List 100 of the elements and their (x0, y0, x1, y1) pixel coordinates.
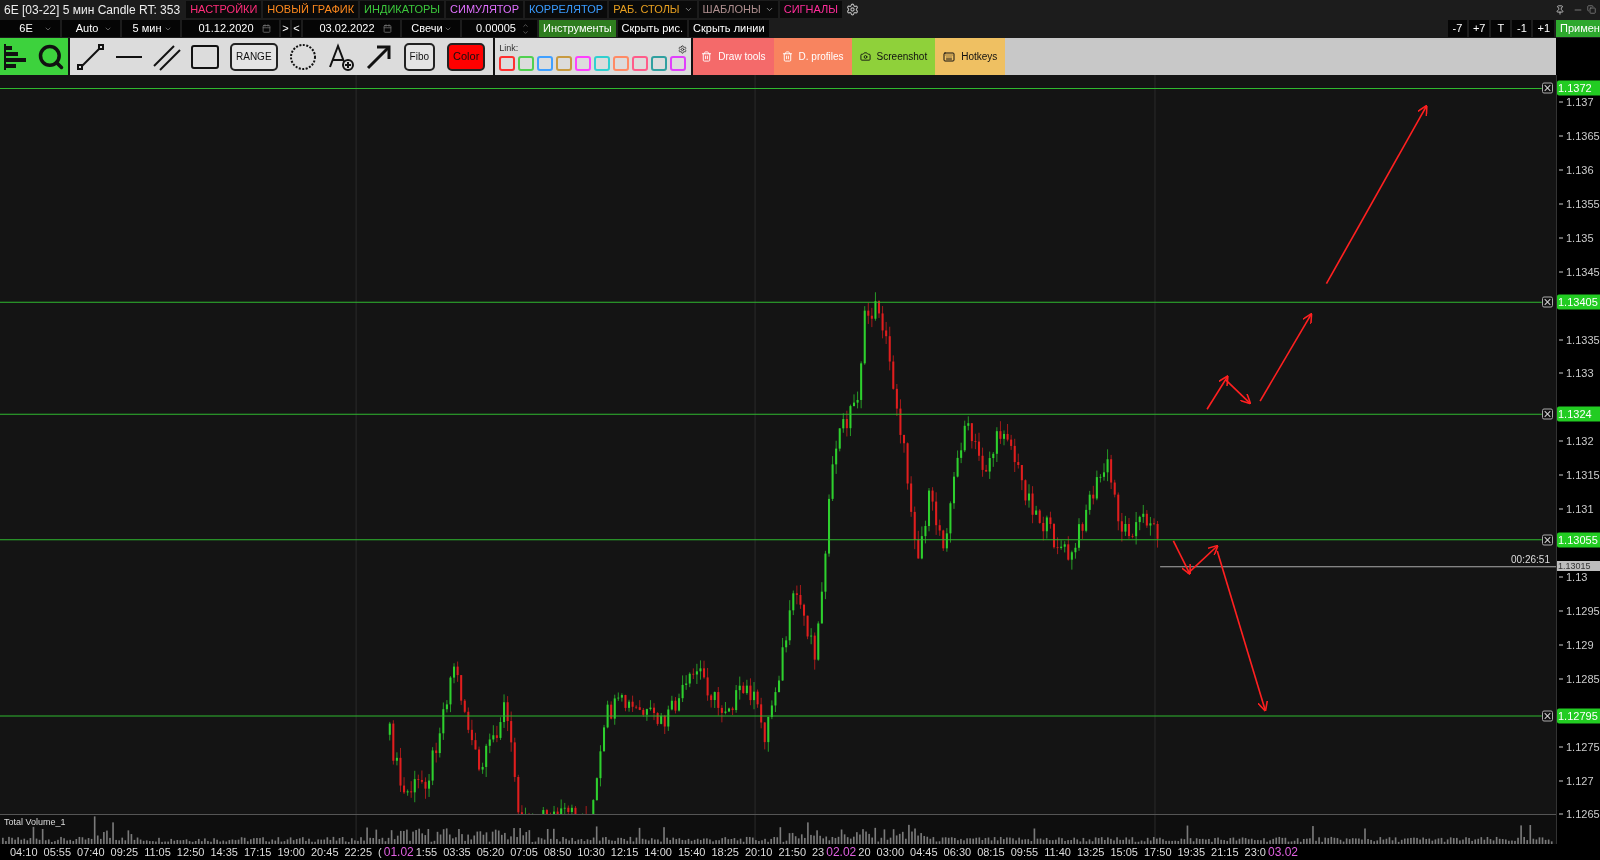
window-title: 6E [03-22] 5 мин Candle RT: 353 (3, 1, 182, 19)
caret-icon (683, 5, 693, 14)
settings-icon[interactable] (678, 44, 688, 54)
link-color-swatch[interactable] (651, 55, 668, 71)
date-field[interactable]: 01.12.2020 (182, 20, 279, 37)
time-label: 20 (858, 844, 871, 860)
menu-item[interactable]: ШАБЛОНЫ (698, 1, 778, 18)
arrow-drawing[interactable] (1224, 378, 1252, 405)
tool-button[interactable]: RANGE (230, 42, 278, 71)
trash-icon (701, 51, 713, 62)
link-label: Link: (499, 42, 519, 56)
time-label: 06:30 (943, 844, 972, 860)
link-color-swatch[interactable] (594, 55, 611, 71)
close-icon[interactable] (1542, 82, 1553, 94)
step-button[interactable]: T (1491, 20, 1511, 37)
menu-item[interactable]: СИМУЛЯТОР (446, 1, 523, 18)
close-icon[interactable] (1542, 710, 1553, 722)
calendar-icon (383, 24, 392, 33)
dropdown-field[interactable]: 5 мин (122, 20, 180, 37)
step-button[interactable]: > (281, 20, 290, 37)
time-label: 08:50 (543, 844, 572, 860)
search-icon[interactable] (34, 38, 68, 75)
time-label: 23 (812, 844, 825, 860)
link-color-swatch[interactable] (537, 55, 554, 71)
price-tick-label: 1.135 (1559, 232, 1594, 244)
countdown-timer: 00:26:51 (1511, 552, 1550, 567)
price-tick-label: 1.1275 (1559, 741, 1600, 753)
date-label: 03.02 (1268, 844, 1298, 860)
time-label: 10:30 (577, 844, 605, 860)
action-button[interactable]: Hotkeys (935, 38, 1006, 75)
time-label: 17:50 (1143, 844, 1172, 860)
menu-item[interactable]: КОРРЕЛЯТОР (525, 1, 608, 18)
arrow-drawing[interactable] (1259, 312, 1313, 402)
time-label: 20:45 (310, 844, 339, 860)
time-label: 13:25 (1076, 844, 1105, 860)
price-tick-label: 1.1285 (1559, 673, 1600, 685)
bar-chart-icon[interactable] (0, 38, 34, 75)
toggle-button[interactable]: Инструменты (539, 20, 616, 37)
time-label: 05:20 (476, 844, 505, 860)
step-button[interactable]: +7 (1468, 20, 1490, 37)
price-tick-label: 1.131 (1559, 503, 1594, 515)
link-color-swatch[interactable] (613, 55, 630, 71)
time-label: 03:35 (443, 844, 471, 860)
level-line[interactable] (0, 87, 1543, 89)
time-label: 11:05 (144, 844, 171, 860)
menu-item[interactable]: РАБ. СТОЛЫ (609, 1, 697, 18)
close-icon[interactable] (1542, 296, 1553, 308)
menu-item[interactable]: НОВЫЙ ГРАФИК (263, 1, 359, 18)
restore-icon[interactable] (1587, 5, 1596, 14)
link-color-swatch[interactable] (670, 55, 687, 71)
price-tick-label: 1.1345 (1559, 266, 1600, 278)
time-label: 12:15 (610, 844, 639, 860)
time-label: 21:50 (778, 844, 806, 860)
toggle-button[interactable]: Скрыть рис. (617, 20, 688, 37)
time-label: 11:40 (1044, 844, 1071, 860)
step-button[interactable]: -7 (1447, 20, 1467, 37)
arrow-drawing[interactable] (1206, 374, 1229, 411)
date-field[interactable]: 03.02.2022 (303, 20, 400, 37)
arrow-drawing[interactable] (1216, 550, 1269, 713)
link-color-swatch[interactable] (575, 55, 592, 71)
close-icon[interactable] (1542, 534, 1553, 546)
action-button[interactable]: Screenshot (851, 38, 936, 75)
menu-item[interactable]: ИНДИКАТОРЫ (360, 1, 445, 18)
level-price-tag: 1.13405 (1557, 294, 1600, 310)
menu-item[interactable]: СИГНАЛЫ (779, 1, 842, 18)
price-tick-label: 1.133 (1559, 367, 1594, 379)
time-label: 1:55 (415, 844, 438, 860)
time-label: 21:15 (1211, 844, 1239, 860)
color-button[interactable]: Color (447, 42, 486, 71)
link-color-swatch[interactable] (499, 55, 516, 71)
step-button[interactable]: -1 (1512, 20, 1532, 37)
time-label: 09:55 (1010, 844, 1039, 860)
price-tick-label: 1.137 (1559, 96, 1594, 108)
pin-icon[interactable] (1555, 4, 1565, 15)
settings-icon[interactable] (846, 3, 859, 16)
dropdown-field[interactable]: Свечи (402, 20, 460, 37)
time-label: 03:00 (876, 844, 905, 860)
link-color-swatch[interactable] (632, 55, 649, 71)
time-label: 14:00 (644, 844, 672, 860)
time-label: 04:45 (910, 844, 938, 860)
close-icon[interactable] (1542, 408, 1553, 420)
arrow-drawing[interactable] (1186, 544, 1219, 575)
time-label: 18:25 (711, 844, 739, 860)
dropdown-field[interactable]: 6E (0, 20, 60, 37)
time-label: 15:05 (1110, 844, 1138, 860)
dropdown-field[interactable]: Auto (62, 20, 120, 37)
link-color-swatch[interactable] (556, 55, 573, 71)
tool-button[interactable]: Fibo (403, 42, 435, 71)
last-price-tag: 1.13015 (1557, 560, 1600, 571)
date-label: 01.02 (383, 844, 414, 860)
step-button[interactable]: +1 (1533, 20, 1554, 37)
arrow-drawing[interactable] (1172, 540, 1191, 576)
price-tick-label: 1.136 (1559, 164, 1594, 176)
link-color-swatch[interactable] (518, 55, 535, 71)
step-button[interactable]: < (292, 20, 301, 37)
number-field[interactable]: 0.00005 (462, 20, 537, 37)
menu-item[interactable]: НАСТРОЙКИ (186, 1, 262, 18)
time-label: 19:35 (1177, 844, 1206, 860)
toggle-button[interactable]: Скрыть линии (689, 20, 769, 37)
time-label: 17:15 (243, 844, 272, 860)
